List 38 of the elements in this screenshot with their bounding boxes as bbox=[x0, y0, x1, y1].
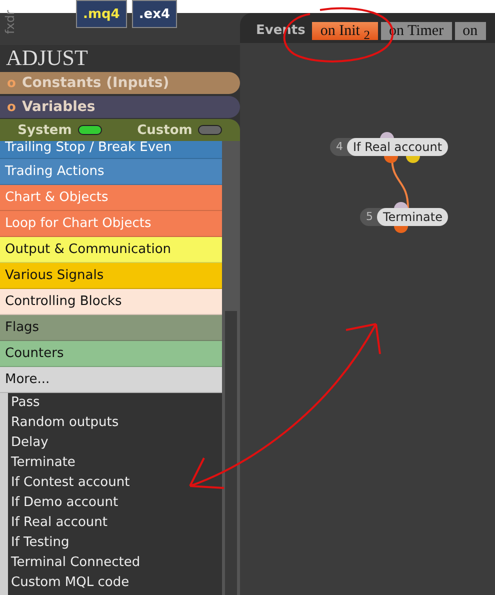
category-item[interactable]: Flags bbox=[0, 315, 222, 341]
block-item[interactable]: Custom MQL code bbox=[11, 573, 222, 593]
category-item[interactable]: Trailing Stop / Break Even bbox=[0, 141, 222, 159]
category-item[interactable]: Various Signals bbox=[0, 263, 222, 289]
block-item[interactable]: If Testing bbox=[11, 533, 222, 553]
section-label: Constants (Inputs) bbox=[22, 75, 170, 91]
panel-title: ADJUST bbox=[5, 45, 89, 71]
block-item[interactable]: Delay bbox=[11, 433, 222, 453]
file-type-button[interactable]: .mq4 bbox=[76, 0, 127, 28]
scrollbar[interactable] bbox=[222, 141, 240, 595]
block-item[interactable]: If Real account bbox=[11, 513, 222, 533]
category-item[interactable]: Output & Communication bbox=[0, 237, 222, 263]
block-item[interactable]: Terminate bbox=[11, 453, 222, 473]
block-item[interactable]: Pass bbox=[11, 393, 222, 413]
block-item[interactable]: If Contest account bbox=[11, 473, 222, 493]
category-item[interactable]: Counters bbox=[0, 341, 222, 367]
port-icon bbox=[384, 156, 398, 164]
toggle-switch[interactable] bbox=[78, 125, 102, 135]
event-tab[interactable]: on bbox=[454, 22, 486, 40]
category-item[interactable]: Trading Actions bbox=[0, 159, 222, 185]
bullet-icon: o bbox=[7, 76, 16, 90]
event-tab[interactable]: on Init $_{2}$ bbox=[312, 22, 378, 40]
section-label: Variables bbox=[22, 99, 96, 115]
toggle-switch[interactable] bbox=[198, 125, 222, 135]
toggle-label: Custom bbox=[137, 122, 192, 138]
file-type-button[interactable]: .ex4 bbox=[132, 0, 178, 28]
bullet-icon: o bbox=[7, 100, 16, 114]
category-item[interactable]: Controlling Blocks bbox=[0, 289, 222, 315]
port-icon bbox=[394, 226, 408, 234]
block-item[interactable]: If Demo account bbox=[11, 493, 222, 513]
category-item[interactable]: More... bbox=[0, 367, 222, 393]
toggle-label: System bbox=[18, 122, 72, 138]
graph-node[interactable]: If Real account bbox=[347, 138, 448, 156]
section-header[interactable]: o Variables bbox=[0, 96, 240, 118]
graph-node[interactable]: Terminate bbox=[377, 208, 448, 226]
block-item[interactable]: Terminal Connected bbox=[11, 553, 222, 573]
port-icon bbox=[406, 156, 420, 164]
block-item[interactable]: Random outputs bbox=[11, 413, 222, 433]
